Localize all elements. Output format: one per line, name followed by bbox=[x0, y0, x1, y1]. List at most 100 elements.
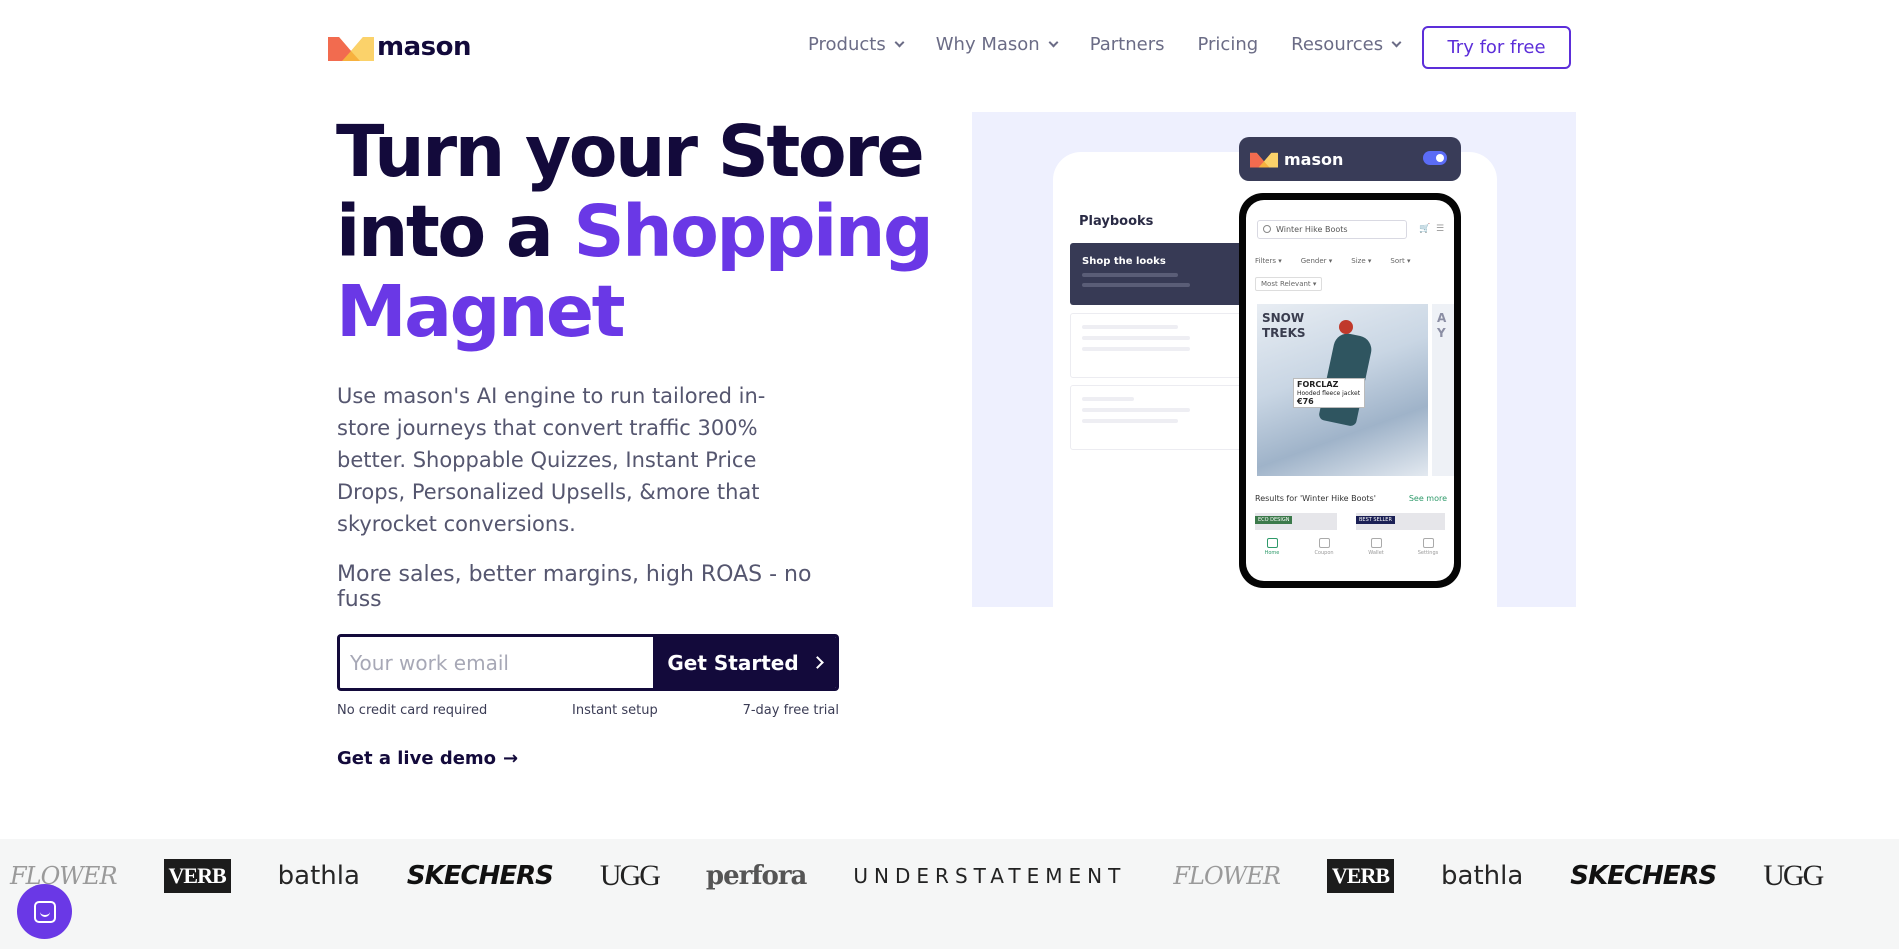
signup-form: Get Started bbox=[337, 634, 839, 691]
tab-coupon: Coupon bbox=[1304, 538, 1344, 556]
next-banner-title: A Y bbox=[1437, 311, 1447, 340]
filter-chip: Filters ▾ bbox=[1255, 257, 1282, 265]
nav-partners-label: Partners bbox=[1089, 34, 1165, 55]
tab-settings: Settings bbox=[1408, 538, 1448, 556]
phone-search-field: Winter Hike Boots bbox=[1257, 220, 1407, 239]
phone-tab-bar: Home Coupon Wallet Settings bbox=[1246, 538, 1454, 556]
headline-accent-magnet: Magnet bbox=[336, 270, 626, 353]
logo-track: FLOWER VERB bathla SKECHERS UGG perfora … bbox=[10, 839, 1869, 912]
banner-title-line: TREKS bbox=[1262, 326, 1306, 340]
logo-understatement: UNDERSTATEMENT bbox=[853, 863, 1127, 888]
tab-wallet: Wallet bbox=[1356, 538, 1396, 556]
product-name: Hooded fleece jacket bbox=[1297, 390, 1361, 397]
tab-label: Coupon bbox=[1314, 550, 1334, 556]
chevron-right-icon bbox=[810, 656, 824, 669]
filter-chip: Sort ▾ bbox=[1390, 257, 1411, 265]
menu-icon: ☰ bbox=[1436, 224, 1445, 234]
placeholder-line bbox=[1082, 408, 1190, 412]
phone-screen: Winter Hike Boots 🛒 ☰ Filters ▾ Gender ▾… bbox=[1246, 200, 1454, 581]
nav-partners[interactable]: Partners bbox=[1090, 34, 1165, 55]
logo-ugg: UGG bbox=[1763, 858, 1824, 892]
hero-description: Use mason's AI engine to run tailored in… bbox=[337, 384, 766, 536]
headline-accent-shopping: Shopping bbox=[573, 190, 933, 273]
nav-resources-label: Resources bbox=[1291, 34, 1384, 55]
nav-why-mason-label: Why Mason bbox=[935, 34, 1040, 55]
mason-logo-icon bbox=[1250, 152, 1278, 168]
see-more-link: See more bbox=[1408, 494, 1447, 503]
headline-line-1: Turn your Store bbox=[336, 110, 925, 193]
product-brand: FORCLAZ bbox=[1297, 380, 1339, 389]
brand-name: mason bbox=[377, 32, 471, 62]
placeholder-line bbox=[1082, 336, 1190, 340]
gear-icon bbox=[1422, 538, 1434, 548]
chevron-down-icon bbox=[1048, 37, 1059, 48]
banner-title-line: SNOW bbox=[1262, 311, 1305, 325]
try-for-free-button[interactable]: Try for free bbox=[1422, 26, 1571, 69]
product-card: BEST SELLER bbox=[1356, 513, 1445, 530]
placeholder-line bbox=[1082, 419, 1178, 423]
nav-pricing[interactable]: Pricing bbox=[1197, 34, 1258, 55]
get-started-button[interactable]: Get Started bbox=[653, 637, 836, 688]
cart-icon: 🛒 bbox=[1419, 224, 1431, 234]
logo-flower: FLOWER bbox=[1173, 861, 1281, 890]
logo-skechers: SKECHERS bbox=[406, 860, 554, 891]
brand-logo[interactable]: mason bbox=[328, 32, 471, 62]
signup-perks: No credit card required Instant setup 7-… bbox=[337, 703, 839, 718]
toolbar-brand: mason bbox=[1284, 149, 1344, 169]
product-card: ECO DESIGN bbox=[1255, 513, 1337, 530]
sort-select: Most Relevant ▾ bbox=[1255, 277, 1323, 291]
chevron-down-icon bbox=[1391, 37, 1402, 48]
coupon-icon bbox=[1318, 538, 1330, 548]
results-label: Results for 'Winter Hike Boots' bbox=[1255, 494, 1376, 503]
placeholder-line bbox=[1082, 397, 1134, 401]
product-banner-image: SNOW TREKS FORCLAZ Hooded fleece jacket … bbox=[1257, 304, 1428, 476]
toggle-switch bbox=[1423, 151, 1447, 165]
get-started-label: Get Started bbox=[667, 650, 799, 675]
nav-why-mason[interactable]: Why Mason bbox=[935, 34, 1059, 55]
live-demo-link[interactable]: Get a live demo → bbox=[337, 748, 518, 769]
chevron-down-icon bbox=[894, 37, 905, 48]
playbook-label: Shop the looks bbox=[1082, 256, 1166, 267]
perk-no-credit-card: No credit card required bbox=[337, 703, 488, 718]
arrow-right-icon: → bbox=[503, 748, 519, 769]
logo-flower: FLOWER bbox=[10, 861, 118, 890]
tab-label: Home bbox=[1264, 550, 1280, 556]
work-email-input[interactable] bbox=[340, 637, 653, 688]
nav-pricing-label: Pricing bbox=[1197, 34, 1259, 55]
home-icon bbox=[1266, 538, 1278, 548]
tab-home: Home bbox=[1252, 538, 1292, 556]
filter-chip: Size ▾ bbox=[1351, 257, 1372, 265]
bestseller-badge: BEST SELLER bbox=[1356, 516, 1395, 524]
logo-verb: VERB bbox=[163, 858, 231, 893]
nav-products[interactable]: Products bbox=[808, 34, 905, 55]
hero-headline: Turn your Store into a Shopping Magnet bbox=[336, 112, 936, 352]
eco-badge: ECO DESIGN bbox=[1255, 516, 1293, 524]
main-menu: Products Why Mason Partners Pricing Reso… bbox=[808, 34, 1433, 55]
filter-chip: Gender ▾ bbox=[1300, 257, 1333, 265]
headline-line-2a: into a bbox=[336, 190, 574, 273]
chat-launcher-button[interactable] bbox=[17, 884, 72, 939]
tab-label: Settings bbox=[1417, 550, 1439, 556]
logo-ugg: UGG bbox=[599, 858, 661, 892]
hiker-helmet bbox=[1339, 320, 1353, 334]
banner-title: SNOW TREKS bbox=[1262, 311, 1306, 341]
customer-logos-strip: FLOWER VERB bathla SKECHERS UGG perfora … bbox=[0, 839, 1899, 949]
perk-free-trial: 7-day free trial bbox=[742, 703, 839, 718]
wallet-icon bbox=[1370, 538, 1382, 548]
logo-skechers: SKECHERS bbox=[1570, 860, 1717, 891]
logo-perfora: perfora bbox=[705, 860, 807, 891]
live-demo-label: Get a live demo bbox=[337, 748, 497, 769]
chat-icon bbox=[33, 900, 56, 923]
mason-toolbar: mason bbox=[1239, 137, 1461, 181]
hero-tagline: More sales, better margins, high ROAS - … bbox=[337, 562, 812, 612]
placeholder-line bbox=[1082, 283, 1190, 287]
top-navigation: mason Products Why Mason Partners Pricin… bbox=[0, 0, 1899, 94]
placeholder-line bbox=[1082, 325, 1178, 329]
perk-instant-setup: Instant setup bbox=[572, 703, 658, 718]
placeholder-line bbox=[1082, 347, 1190, 351]
playbooks-title: Playbooks bbox=[1079, 214, 1154, 229]
nav-resources[interactable]: Resources bbox=[1291, 34, 1402, 55]
product-price: €76 bbox=[1297, 397, 1314, 406]
product-price-tag: FORCLAZ Hooded fleece jacket €76 bbox=[1293, 378, 1365, 408]
logo-bathla: bathla bbox=[1441, 860, 1524, 891]
